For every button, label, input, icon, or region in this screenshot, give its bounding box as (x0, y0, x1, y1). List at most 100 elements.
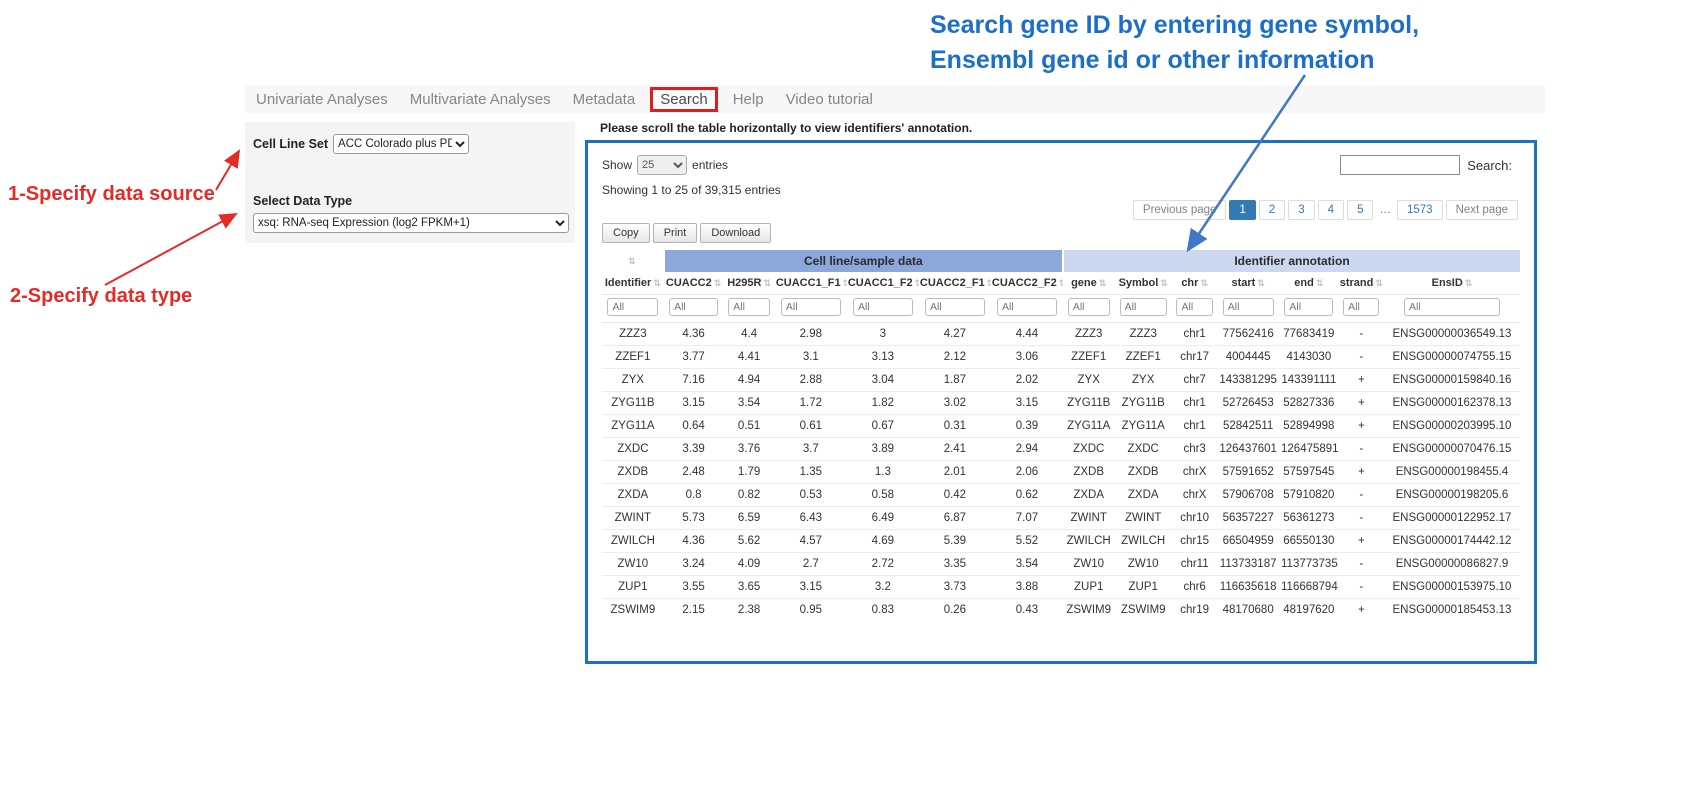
cell-identifier: ZW10 (602, 553, 664, 576)
print-button[interactable]: Print (653, 223, 698, 243)
cell-cuacc2-f2: 0.62 (991, 484, 1063, 507)
cell-gene: ZZZ3 (1063, 323, 1114, 346)
nav-item-univariate-analyses[interactable]: Univariate Analyses (245, 91, 399, 108)
show-label: Show (602, 158, 632, 172)
pagination-page-4-button[interactable]: 4 (1318, 200, 1344, 220)
col-header-cuacc2-f1[interactable]: CUACC2_F1⇅ (919, 272, 991, 295)
cell-strand: + (1339, 369, 1384, 392)
sort-icon: ⇅ (1375, 278, 1383, 288)
filter-input-cuacc2-f1[interactable] (925, 298, 985, 316)
cell-start: 126437601 (1217, 438, 1279, 461)
filter-input-cuacc1-f1[interactable] (781, 298, 841, 316)
col-header-label: end (1294, 277, 1314, 289)
pagination-page-3-button[interactable]: 3 (1288, 200, 1314, 220)
cell-chr: chr11 (1172, 553, 1217, 576)
cell-gene: ZXDA (1063, 484, 1114, 507)
nav-item-multivariate-analyses[interactable]: Multivariate Analyses (399, 91, 562, 108)
filter-input-cuacc1-f2[interactable] (853, 298, 913, 316)
cell-end: 57910820 (1279, 484, 1339, 507)
filter-input-start[interactable] (1223, 298, 1274, 316)
cell-cuacc2-f1: 3.02 (919, 392, 991, 415)
cell-symbol: ZYX (1114, 369, 1172, 392)
pagination-next-button[interactable]: Next page (1446, 200, 1518, 220)
col-header-h295r[interactable]: H295R⇅ (723, 272, 774, 295)
col-header-cuacc1-f2[interactable]: CUACC1_F2⇅ (847, 272, 919, 295)
download-button[interactable]: Download (700, 223, 771, 243)
filter-input-cuacc2[interactable] (669, 298, 718, 316)
nav-item-metadata[interactable]: Metadata (562, 91, 647, 108)
col-header-strand[interactable]: strand⇅ (1339, 272, 1384, 295)
cell-ensid: ENSG00000162378.13 (1384, 392, 1520, 415)
cell-cuacc2: 5.73 (664, 507, 724, 530)
pagination-page-5-button[interactable]: 5 (1347, 200, 1373, 220)
cell-cuacc1-f2: 1.82 (847, 392, 919, 415)
cell-end: 77683419 (1279, 323, 1339, 346)
copy-button[interactable]: Copy (602, 223, 650, 243)
filter-input-cuacc2-f2[interactable] (997, 298, 1057, 316)
cell-cuacc2-f2: 0.43 (991, 599, 1063, 622)
cell-chr: chr1 (1172, 392, 1217, 415)
filter-input-chr[interactable] (1176, 298, 1212, 316)
col-header-label: Identifier (605, 277, 651, 289)
col-header-label: CUACC1_F1 (776, 277, 841, 289)
cell-identifier: ZWILCH (602, 530, 664, 553)
cell-symbol: ZZEF1 (1114, 346, 1172, 369)
cell-chr: chr15 (1172, 530, 1217, 553)
col-header-ensid[interactable]: EnsID⇅ (1384, 272, 1520, 295)
col-header-start[interactable]: start⇅ (1217, 272, 1279, 295)
col-header-label: CUACC2 (666, 277, 712, 289)
col-header-label: CUACC1_F2 (848, 277, 913, 289)
table-row-zwilch: ZWILCH4.365.624.574.695.395.52ZWILCHZWIL… (602, 530, 1520, 553)
data-type-label: Select Data Type (253, 194, 567, 208)
cell-gene: ZSWIM9 (1063, 599, 1114, 622)
cell-symbol: ZSWIM9 (1114, 599, 1172, 622)
filter-input-identifier[interactable] (607, 298, 658, 316)
col-header-identifier[interactable]: Identifier⇅ (602, 272, 664, 295)
cell-line-set-select[interactable]: ACC Colorado plus PDX (333, 134, 469, 154)
cell-cuacc1-f1: 0.95 (775, 599, 847, 622)
col-header-cuacc2-f2[interactable]: CUACC2_F2⇅ (991, 272, 1063, 295)
cell-chr: chr7 (1172, 369, 1217, 392)
filter-input-strand[interactable] (1343, 298, 1379, 316)
col-header-chr[interactable]: chr⇅ (1172, 272, 1217, 295)
data-type-select[interactable]: xsq: RNA-seq Expression (log2 FPKM+1) (253, 213, 569, 233)
col-header-cuacc1-f1[interactable]: CUACC1_F1⇅ (775, 272, 847, 295)
nav-item-help[interactable]: Help (722, 91, 775, 108)
nav-item-search[interactable]: Search (650, 87, 718, 112)
identifier-group-sort-header[interactable]: ⇅ (602, 250, 664, 272)
table-row-zwint: ZWINT5.736.596.436.496.877.07ZWINTZWINTc… (602, 507, 1520, 530)
nav-item-video-tutorial[interactable]: Video tutorial (775, 91, 884, 108)
cell-cuacc2-f2: 2.94 (991, 438, 1063, 461)
cell-end: 56361273 (1279, 507, 1339, 530)
col-header-gene[interactable]: gene⇅ (1063, 272, 1114, 295)
cell-symbol: ZUP1 (1114, 576, 1172, 599)
pagination-page-2-button[interactable]: 2 (1259, 200, 1285, 220)
filter-cell-cuacc1-f1 (775, 295, 847, 323)
cell-cuacc1-f1: 4.57 (775, 530, 847, 553)
col-header-cuacc2[interactable]: CUACC2⇅ (664, 272, 724, 295)
table-search-input[interactable] (1340, 155, 1460, 175)
pagination-page-1-button[interactable]: 1 (1229, 200, 1255, 220)
col-header-end[interactable]: end⇅ (1279, 272, 1339, 295)
filter-input-h295r[interactable] (728, 298, 770, 316)
page-length-select[interactable]: 25 (637, 155, 687, 175)
cell-strand: - (1339, 484, 1384, 507)
cell-cuacc2-f2: 2.06 (991, 461, 1063, 484)
search-label: Search: (1467, 158, 1512, 173)
pagination-prev-button[interactable]: Previous page (1133, 200, 1227, 220)
red-pointer-arrow-1 (216, 151, 239, 190)
cell-cuacc2: 4.36 (664, 323, 724, 346)
filter-input-end[interactable] (1284, 298, 1333, 316)
pagination-page-1573-button[interactable]: 1573 (1397, 200, 1443, 220)
filter-cell-identifier (602, 295, 664, 323)
col-header-symbol[interactable]: Symbol⇅ (1114, 272, 1172, 295)
cell-cuacc1-f2: 0.67 (847, 415, 919, 438)
cell-cuacc2-f1: 0.42 (919, 484, 991, 507)
cell-h295r: 3.76 (723, 438, 774, 461)
cell-cuacc2: 0.64 (664, 415, 724, 438)
filter-input-symbol[interactable] (1120, 298, 1167, 316)
filter-input-ensid[interactable] (1404, 298, 1500, 316)
cell-strand: - (1339, 576, 1384, 599)
gene-expression-table: ⇅Cell line/sample dataIdentifier annotat… (602, 250, 1520, 621)
filter-input-gene[interactable] (1068, 298, 1110, 316)
